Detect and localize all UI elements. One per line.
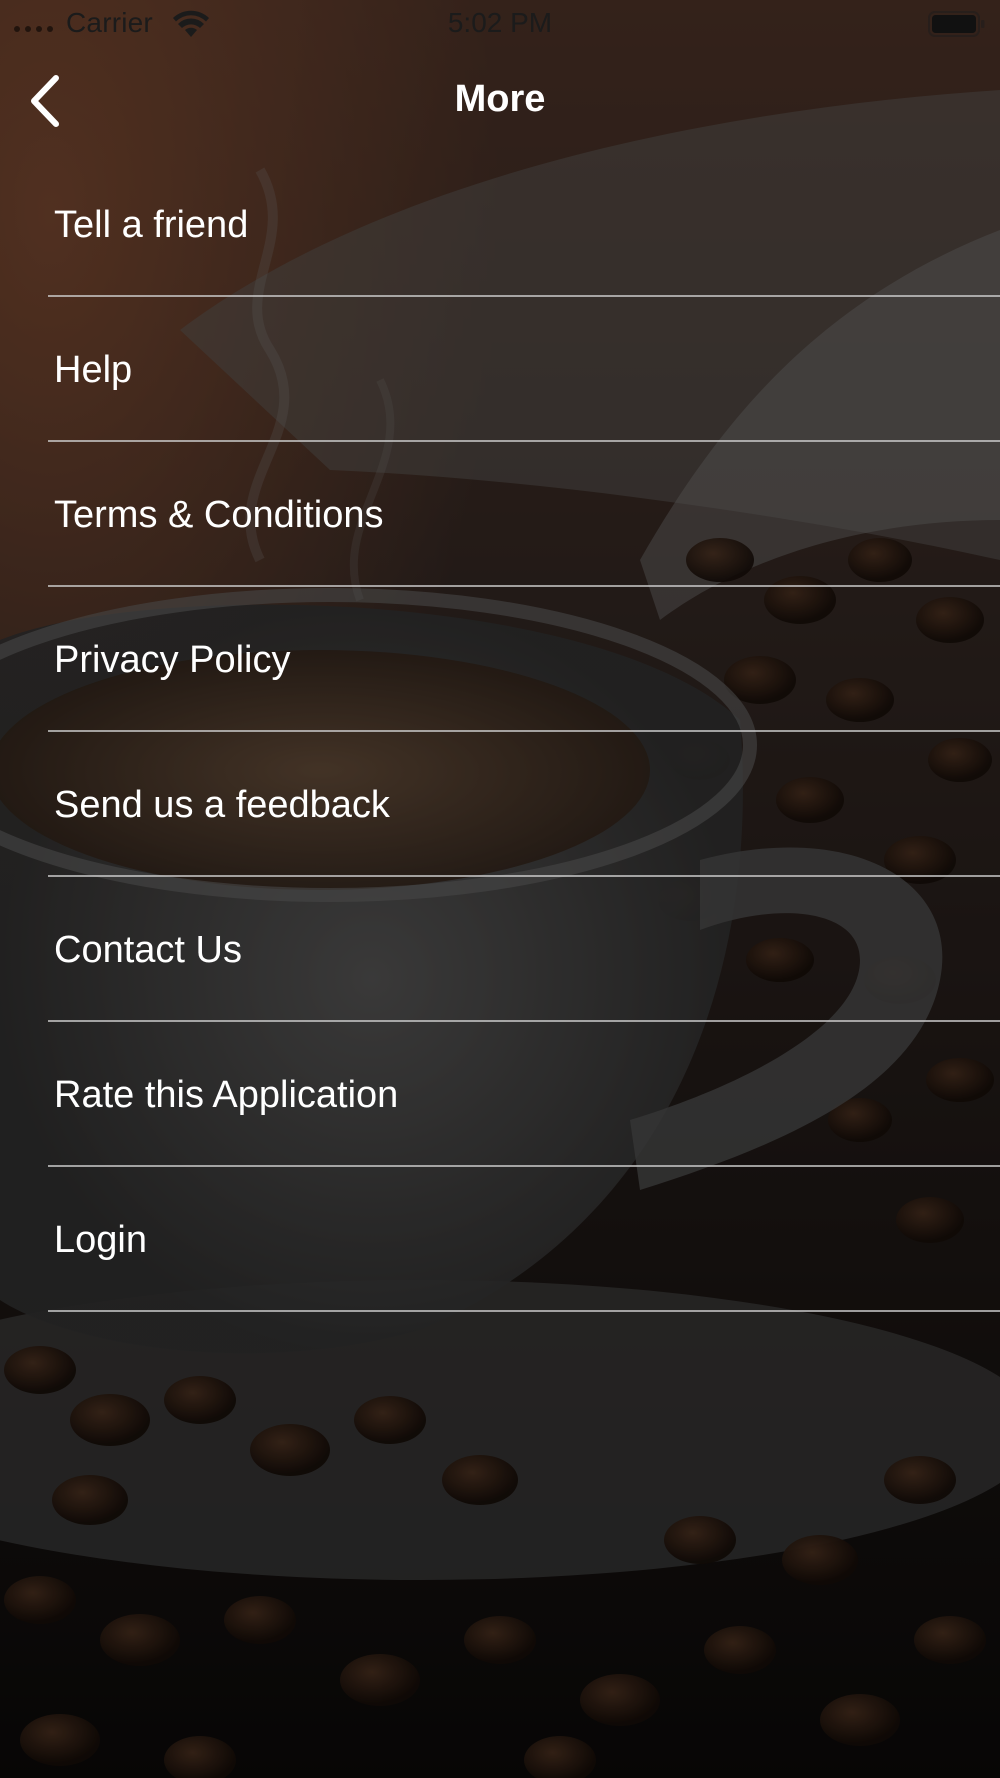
menu-item-label: Privacy Policy xyxy=(54,639,291,681)
nav-bar: More xyxy=(0,56,1000,148)
menu-item-label: Login xyxy=(54,1219,147,1261)
menu-item-label: Help xyxy=(54,349,133,391)
menu-item-login[interactable]: Login xyxy=(0,1167,1000,1312)
menu-item-send-feedback[interactable]: Send us a feedback xyxy=(0,732,1000,877)
menu-item-help[interactable]: Help xyxy=(0,297,1000,442)
page-title: More xyxy=(454,78,546,120)
battery-icon xyxy=(928,11,985,37)
menu-item-rate-application[interactable]: Rate this Application xyxy=(0,1022,1000,1167)
menu-item-label: Send us a feedback xyxy=(54,784,390,826)
chevron-left-icon xyxy=(31,75,59,127)
divider xyxy=(48,1310,1000,1312)
menu-item-label: Contact Us xyxy=(54,929,242,971)
menu-item-tell-a-friend[interactable]: Tell a friend xyxy=(0,152,1000,297)
menu-item-privacy-policy[interactable]: Privacy Policy xyxy=(0,587,1000,732)
menu-item-label: Rate this Application xyxy=(54,1074,399,1116)
menu-item-label: Tell a friend xyxy=(54,204,249,246)
status-bar: Carrier 5:02 PM xyxy=(0,0,1000,48)
more-menu-list: Tell a friend Help Terms & Conditions Pr… xyxy=(0,152,1000,1312)
status-time: 5:02 PM xyxy=(447,7,553,38)
back-button[interactable] xyxy=(20,68,80,134)
menu-item-contact-us[interactable]: Contact Us xyxy=(0,877,1000,1022)
menu-item-terms-conditions[interactable]: Terms & Conditions xyxy=(0,442,1000,587)
menu-item-label: Terms & Conditions xyxy=(54,494,384,536)
